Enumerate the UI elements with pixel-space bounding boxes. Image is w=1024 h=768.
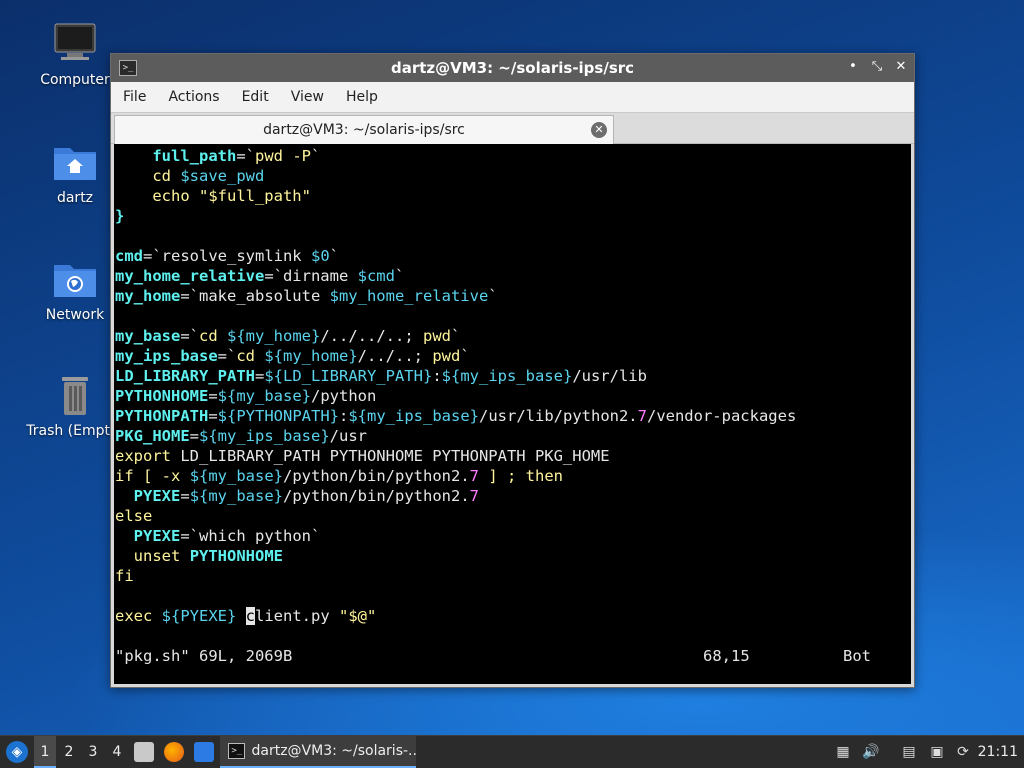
clipboard-icon[interactable]: ▤ — [900, 743, 918, 761]
tab-close-icon[interactable]: ✕ — [591, 122, 607, 138]
close-icon[interactable]: ✕ — [894, 59, 908, 75]
terminal-task-icon: >_ — [228, 743, 246, 759]
computer-icon — [51, 22, 99, 66]
file-manager-launcher-icon[interactable] — [134, 742, 154, 762]
workspace-1[interactable]: 1 — [34, 736, 56, 768]
home-folder-icon — [51, 140, 99, 184]
code-line: } — [115, 207, 125, 225]
code-line: PKG_HOME=${my_ips_base}/usr — [115, 427, 367, 445]
code-line: my_home=`make_absolute $my_home_relative… — [115, 287, 498, 305]
menu-actions[interactable]: Actions — [160, 89, 227, 105]
network-tray-icon[interactable]: ▣ — [928, 743, 946, 761]
vim-status-position: 68,15 — [703, 647, 750, 665]
show-desktop-icon[interactable] — [194, 742, 214, 762]
code-line: echo "$full_path" — [152, 187, 311, 205]
keyboard-icon[interactable]: ▦ — [834, 743, 852, 761]
taskbar: ◈ 1 2 3 4 >_ dartz@VM3: ~/solaris-... ▦ … — [0, 735, 1024, 768]
desktop: Computer dartz Network Trash (Empty) >_ … — [0, 0, 1024, 768]
code-line: export LD_LIBRARY_PATH PYTHONHOME PYTHON… — [115, 447, 610, 465]
taskbar-task-terminal[interactable]: >_ dartz@VM3: ~/solaris-... — [220, 736, 416, 768]
code-line: fi — [115, 567, 134, 585]
code-line: PYTHONHOME=${my_base}/python — [115, 387, 377, 405]
vim-status-scroll: Bot — [843, 647, 871, 665]
menubar: File Actions Edit View Help — [111, 82, 914, 113]
update-tray-icon[interactable]: ⟳ — [954, 743, 972, 761]
code-line: PYEXE=`which python` — [133, 527, 321, 545]
code-line: LD_LIBRARY_PATH=${LD_LIBRARY_PATH}:${my_… — [115, 367, 647, 385]
text-cursor: c — [245, 607, 256, 625]
code-line: full_path=`pwd -P` — [152, 147, 321, 165]
workspace-3[interactable]: 3 — [82, 736, 104, 768]
volume-icon[interactable]: 🔊 — [862, 743, 880, 761]
menu-view[interactable]: View — [283, 89, 332, 105]
network-folder-icon — [51, 257, 99, 301]
terminal-tab[interactable]: dartz@VM3: ~/solaris-ips/src ✕ — [114, 115, 614, 144]
tab-bar: dartz@VM3: ~/solaris-ips/src ✕ — [111, 113, 914, 144]
minimize-icon[interactable]: • — [846, 59, 860, 75]
menu-file[interactable]: File — [115, 89, 154, 105]
window-title: dartz@VM3: ~/solaris-ips/src — [390, 59, 635, 77]
maximize-icon[interactable]: ⤡ — [870, 59, 884, 75]
trash-icon — [51, 373, 99, 417]
start-menu-icon[interactable]: ◈ — [6, 741, 28, 763]
code-line: else — [115, 507, 153, 525]
vim-status-file: "pkg.sh" 69L, 2069B — [115, 647, 293, 665]
code-line: my_base=`cd ${my_home}/../../..; pwd` — [115, 327, 461, 345]
code-line: cd $save_pwd — [152, 167, 265, 185]
code-line: unset PYTHONHOME — [133, 547, 284, 565]
taskbar-task-label: dartz@VM3: ~/solaris-... — [251, 743, 416, 759]
tab-label: dartz@VM3: ~/solaris-ips/src — [263, 122, 465, 138]
code-line: PYEXE=${my_base}/python/bin/python2.7 — [133, 487, 479, 505]
code-line: my_ips_base=`cd ${my_home}/../..; pwd` — [115, 347, 470, 365]
workspace-4[interactable]: 4 — [106, 736, 128, 768]
menu-help[interactable]: Help — [338, 89, 386, 105]
firefox-launcher-icon[interactable] — [164, 742, 184, 762]
workspace-2[interactable]: 2 — [58, 736, 80, 768]
code-line: cmd=`resolve_symlink $0` — [115, 247, 339, 265]
terminal-content[interactable]: full_path=`pwd -P` cd $save_pwd echo "$f… — [114, 144, 911, 684]
window-titlebar[interactable]: >_ dartz@VM3: ~/solaris-ips/src • ⤡ ✕ — [111, 54, 914, 82]
menu-edit[interactable]: Edit — [234, 89, 277, 105]
code-line: exec ${PYEXE} client.py "$@" — [115, 607, 377, 625]
code-line: my_home_relative=`dirname $cmd` — [115, 267, 405, 285]
code-line: if [ -x ${my_base}/python/bin/python2.7 … — [115, 467, 563, 485]
taskbar-clock[interactable]: 21:11 — [978, 736, 1018, 768]
code-line: PYTHONPATH=${PYTHONPATH}:${my_ips_base}/… — [115, 407, 797, 425]
terminal-window: >_ dartz@VM3: ~/solaris-ips/src • ⤡ ✕ Fi… — [110, 53, 915, 688]
